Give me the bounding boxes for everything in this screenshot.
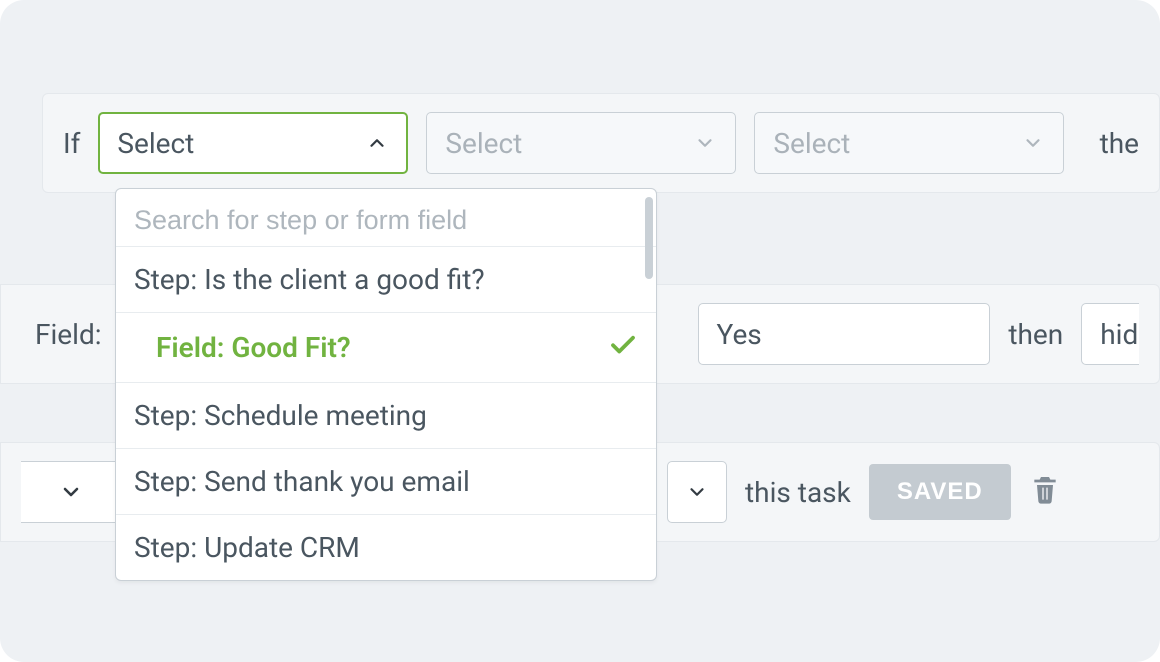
dropdown-option-label: Step: Send thank you email [134,465,470,498]
dropdown-option-label: Step: Update CRM [134,531,360,564]
then-label-fragment: the [1100,127,1139,160]
chevron-down-icon [1021,131,1045,155]
action-box-text: hid [1100,318,1138,351]
action-select-right[interactable] [667,461,727,523]
condition-field-select[interactable]: Select [98,112,408,174]
condition-operator-select[interactable]: Select [426,112,736,174]
condition-value-select[interactable]: Select [754,112,1064,174]
check-icon [608,329,638,366]
field-select-dropdown: Step: Is the client a good fit? Field: G… [115,188,657,581]
dropdown-option[interactable]: Step: Is the client a good fit? [116,246,656,312]
dropdown-option[interactable]: Step: Update CRM [116,514,656,580]
this-task-label: this task [745,476,851,509]
saved-button: SAVED [869,464,1011,520]
field-label-prefix: Field: [35,318,102,351]
dropdown-option-list: Step: Is the client a good fit? Field: G… [116,246,656,580]
condition-row-1: If Select Select Select the [42,93,1160,193]
dropdown-scrollbar[interactable] [645,197,653,279]
dropdown-option[interactable]: Step: Send thank you email [116,448,656,514]
chevron-up-icon [365,131,389,155]
trash-icon[interactable] [1029,473,1061,512]
condition-value-select-label: Select [773,127,850,160]
condition-value-box[interactable]: Yes [698,303,991,365]
saved-button-label: SAVED [897,478,983,505]
chevron-down-icon [693,131,717,155]
action-box-partial[interactable]: hid [1081,303,1139,365]
dropdown-option-label: Step: Schedule meeting [134,399,427,432]
dropdown-option[interactable]: Field: Good Fit? [116,312,656,382]
then-label: then [1008,318,1063,351]
rule-builder-viewport: If Select Select Select the Field: Yes [0,0,1160,662]
condition-value-text: Yes [717,318,762,351]
chevron-down-icon [686,480,708,504]
condition-field-select-label: Select [117,127,194,160]
dropdown-option-label: Field: Good Fit? [156,331,351,364]
chevron-down-icon [59,480,83,504]
dropdown-option[interactable]: Step: Schedule meeting [116,382,656,448]
dropdown-option-label: Step: Is the client a good fit? [134,263,485,296]
if-label: If [63,127,80,160]
condition-operator-select-label: Select [445,127,522,160]
dropdown-search-input[interactable] [134,205,638,236]
action-select-left[interactable] [21,461,121,523]
